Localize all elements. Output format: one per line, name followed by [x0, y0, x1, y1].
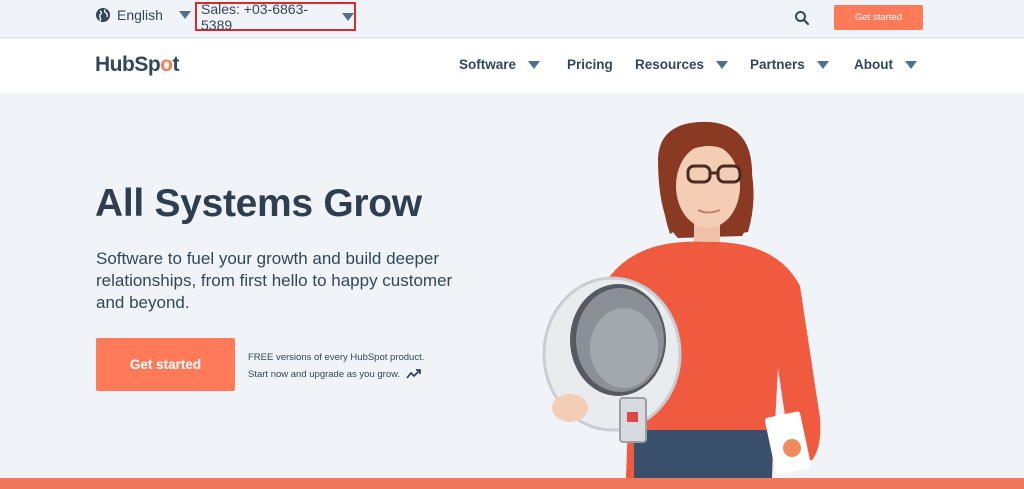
chevron-down-icon — [342, 12, 354, 21]
hero-subtitle: Software to fuel your growth and build d… — [96, 249, 453, 312]
main-nav: HubSp o t Software Pricing Resources Partn… — [0, 39, 1024, 93]
nav-item-about[interactable]: About — [854, 57, 917, 72]
nav-item-software[interactable]: Software — [459, 57, 541, 72]
nav-item-label: About — [854, 57, 893, 72]
logo-text-start: HubSp — [95, 53, 161, 76]
chevron-down-icon — [716, 60, 729, 69]
nav-item-label: Software — [459, 57, 517, 72]
logo-sprocket: o — [160, 53, 173, 76]
hero-person-with-helmet-image — [542, 121, 821, 478]
chevron-down-icon — [528, 60, 541, 69]
bottom-accent-strip — [0, 478, 1024, 489]
logo-text-end: t — [172, 53, 179, 76]
cta-note-line-2: Start now and upgrade as you grow. — [248, 366, 424, 383]
chevron-down-icon — [816, 60, 829, 69]
sales-phone-label: Sales: +03-6863-5389 — [201, 0, 309, 33]
nav-item-resources[interactable]: Resources — [635, 57, 729, 72]
nav-item-pricing[interactable]: Pricing — [567, 57, 613, 72]
utility-bar: English Sales: +03-6863-5389 Get started — [0, 0, 1024, 38]
nav-item-label: Pricing — [567, 57, 613, 72]
chevron-down-icon — [178, 11, 191, 19]
language-selector[interactable]: English — [95, 7, 191, 23]
search-icon[interactable] — [793, 9, 811, 27]
globe-icon — [96, 8, 110, 22]
cta-note-line-1: FREE versions of every HubSpot product. — [248, 352, 425, 363]
hubspot-logo[interactable]: HubSp o t — [95, 53, 179, 77]
nav-item-label: Resources — [635, 57, 705, 72]
trending-up-icon — [406, 369, 421, 380]
cta-note: FREE versions of every HubSpot product. … — [248, 349, 424, 383]
top-get-started-button[interactable]: Get started — [834, 5, 923, 30]
hero-title: All Systems Grow — [95, 182, 422, 225]
hero-get-started-button[interactable]: Get started — [96, 338, 235, 391]
chevron-down-icon — [904, 60, 917, 69]
sales-phone-selector[interactable]: Sales: +03-6863-5389 — [195, 0, 356, 33]
language-label: English — [117, 7, 163, 23]
nav-item-label: Partners — [750, 57, 805, 72]
cta-note-line-2-text: Start now and upgrade as you grow. — [248, 369, 401, 380]
nav-item-partners[interactable]: Partners — [750, 57, 829, 72]
